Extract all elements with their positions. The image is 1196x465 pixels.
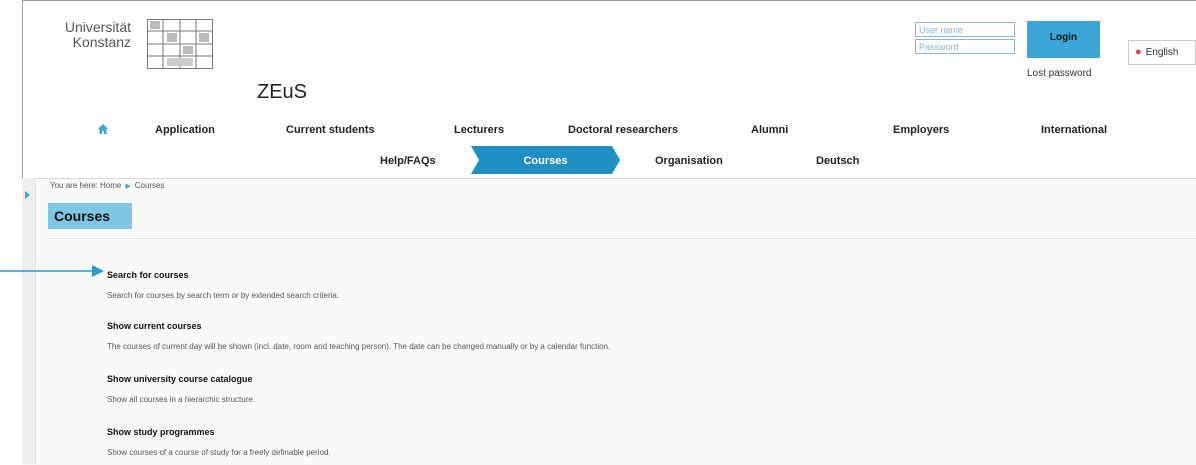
nav-organisation[interactable]: Organisation — [655, 155, 723, 167]
entry-study-programmes-desc: Show courses of a course of study for a … — [107, 448, 331, 457]
tab-courses-label: Courses — [523, 155, 568, 167]
language-switch[interactable]: ● English — [1128, 40, 1196, 65]
language-dot-icon: ● — [1135, 46, 1142, 58]
home-icon[interactable] — [97, 123, 109, 135]
divider — [48, 238, 1196, 239]
nav-deutsch[interactable]: Deutsch — [816, 155, 859, 167]
university-name-line1: Universität — [64, 19, 131, 35]
university-logo-text[interactable]: Universität Konstanz — [50, 20, 131, 50]
nav-current-students[interactable]: Current students — [286, 124, 375, 136]
lost-password-link[interactable]: Lost password — [1027, 68, 1091, 79]
nav-application[interactable]: Application — [155, 124, 215, 136]
callout-arrow-icon — [0, 265, 104, 277]
university-name-line2: Konstanz — [72, 34, 131, 50]
entry-search-courses-link[interactable]: Search for courses — [107, 270, 189, 280]
entry-current-courses-link[interactable]: Show current courses — [107, 321, 202, 331]
nav-alumni[interactable]: Alumni — [751, 124, 788, 136]
breadcrumb: You are here: Home ▶ Courses — [50, 181, 165, 190]
language-label: English — [1145, 47, 1179, 58]
chevron-right-icon: ▶ — [125, 183, 131, 190]
nav-employers[interactable]: Employers — [893, 124, 949, 136]
nav-help-faqs[interactable]: Help/FAQs — [380, 155, 436, 167]
login-button[interactable]: Login — [1027, 21, 1100, 58]
breadcrumb-prefix: You are here: — [50, 181, 98, 190]
entry-course-catalogue-desc: Show all courses in a hierarchic structu… — [107, 395, 256, 404]
nav-lecturers[interactable]: Lecturers — [454, 124, 504, 136]
password-field[interactable] — [915, 39, 1015, 54]
page-title: Courses — [48, 203, 132, 229]
breadcrumb-home[interactable]: Home — [100, 181, 121, 190]
nav-doctoral-researchers[interactable]: Doctoral researchers — [568, 124, 678, 136]
app-name: ZEuS — [257, 81, 308, 103]
university-logo-icon[interactable] — [147, 19, 213, 69]
entry-course-catalogue-link[interactable]: Show university course catalogue — [107, 374, 253, 384]
left-collapse-bar[interactable] — [22, 178, 36, 464]
nav-international[interactable]: International — [1041, 124, 1107, 136]
entry-study-programmes-link[interactable]: Show study programmes — [107, 427, 215, 437]
entry-current-courses-desc: The courses of current day will be shown… — [107, 342, 611, 351]
breadcrumb-current: Courses — [134, 181, 165, 190]
expand-arrow-icon[interactable] — [25, 191, 30, 199]
entry-search-courses-desc: Search for courses by search term or by … — [107, 291, 340, 300]
username-field[interactable] — [915, 22, 1015, 37]
